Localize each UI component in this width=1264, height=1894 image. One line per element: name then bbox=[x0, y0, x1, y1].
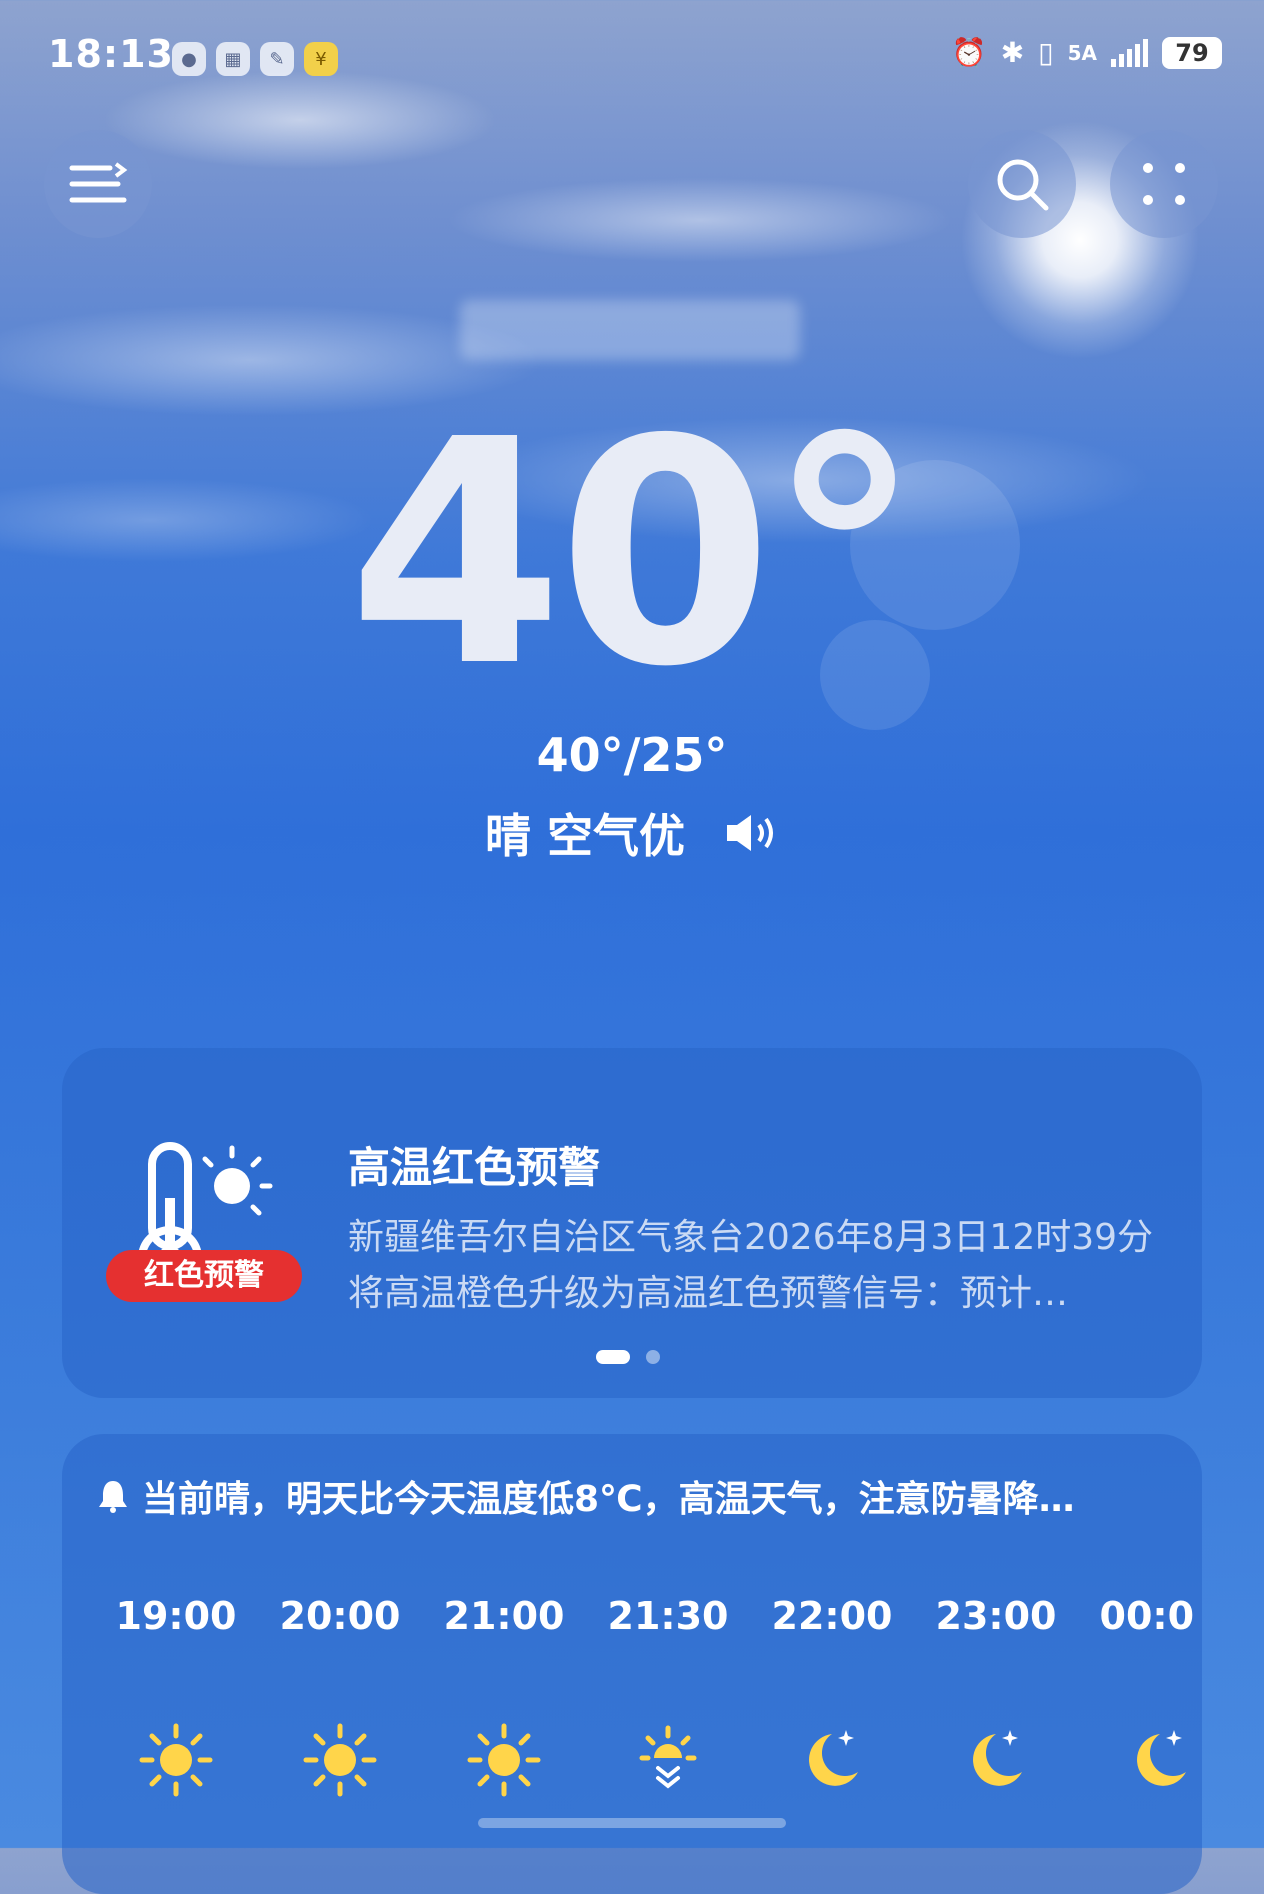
battery-icon: 79 bbox=[1162, 36, 1222, 69]
signal-icon bbox=[1111, 38, 1148, 67]
hour-item: 21:30 bbox=[586, 1594, 750, 1800]
hour-time: 21:00 bbox=[443, 1594, 565, 1638]
condition-text: 晴 空气优 bbox=[484, 809, 685, 863]
status-time: 18:13 bbox=[48, 32, 174, 76]
moon-icon bbox=[973, 1730, 1022, 1786]
hour-time: 21:30 bbox=[607, 1594, 729, 1638]
hour-item: 20:00 bbox=[258, 1594, 422, 1800]
yuan-app-icon: ¥ bbox=[304, 42, 338, 76]
alarm-icon: ⏰ bbox=[951, 36, 987, 69]
hour-time: 23:00 bbox=[935, 1594, 1057, 1638]
bluetooth-icon: ✱ bbox=[1000, 36, 1025, 69]
temperature-range: 40°/25° bbox=[536, 728, 728, 782]
speaker-icon[interactable] bbox=[723, 811, 779, 855]
network-label: 5A bbox=[1067, 40, 1097, 65]
more-button[interactable] bbox=[1110, 130, 1218, 238]
pay-app-icon: ✎ bbox=[260, 42, 294, 76]
moon-icon bbox=[1137, 1730, 1186, 1786]
bell-icon bbox=[99, 1481, 127, 1513]
menu-icon bbox=[69, 162, 128, 203]
hourly-list[interactable]: 19:00 20:00 21:00 21:30 22:00 23:00 00:0… bbox=[94, 1594, 1194, 1800]
hour-item: 00:00 bbox=[1078, 1594, 1194, 1800]
hour-time: 22:00 bbox=[771, 1594, 893, 1638]
grid-dots-icon bbox=[1143, 163, 1185, 205]
sun-icon bbox=[303, 1723, 377, 1797]
hour-time: 19:00 bbox=[115, 1594, 237, 1638]
hour-time: 20:00 bbox=[279, 1594, 401, 1638]
current-temperature: 40° bbox=[347, 374, 922, 735]
menu-button[interactable] bbox=[44, 130, 152, 238]
moon-icon bbox=[809, 1730, 858, 1786]
red-warning-badge: 红色预警 bbox=[106, 1250, 302, 1302]
warning-card[interactable]: 红色预警 高温红色预警 新疆维吾尔自治区气象台2026年8月3日12时39分将高… bbox=[62, 1048, 1202, 1398]
carousel-dot[interactable] bbox=[646, 1350, 660, 1364]
hour-item: 22:00 bbox=[750, 1594, 914, 1800]
warning-text: 新疆维吾尔自治区气象台2026年8月3日12时39分将高温橙色升级为高温红色预警… bbox=[348, 1217, 1154, 1314]
sun-icon bbox=[139, 1723, 213, 1797]
carousel-dot-active[interactable] bbox=[596, 1350, 630, 1364]
summary-text: 当前晴，明天比今天温度低8℃，高温天气，注意防暑降… bbox=[142, 1479, 1075, 1520]
warning-title: 高温红色预警 bbox=[348, 1143, 601, 1192]
system-icons: ⏰ ✱ ▯ 5A 79 bbox=[952, 36, 1222, 69]
carousel-dots bbox=[596, 1350, 660, 1364]
condition-row: 晴 空气优 bbox=[0, 800, 1264, 866]
notification-icons: ● ▦ ✎ ¥ bbox=[172, 42, 338, 76]
location-name-blurred[interactable] bbox=[460, 300, 800, 360]
sunset-icon bbox=[639, 1725, 697, 1789]
ticket-app-icon: ▦ bbox=[216, 42, 250, 76]
search-button[interactable] bbox=[968, 130, 1076, 238]
sun-icon bbox=[467, 1723, 541, 1797]
hour-item: 19:00 bbox=[94, 1594, 258, 1800]
circle-app-icon: ● bbox=[172, 42, 206, 76]
forecast-summary: 当前晴，明天比今天温度低8℃，高温天气，注意防暑降… bbox=[98, 1470, 1075, 1522]
search-icon bbox=[997, 159, 1049, 211]
hour-item: 21:00 bbox=[422, 1594, 586, 1800]
home-indicator[interactable] bbox=[478, 1818, 786, 1828]
hour-item: 23:00 bbox=[914, 1594, 1078, 1800]
hour-time: 00:00 bbox=[1099, 1594, 1194, 1638]
status-bar: 18:13 ● ▦ ✎ ¥ ⏰ ✱ ▯ 5A 79 bbox=[0, 0, 1264, 110]
vibrate-icon: ▯ bbox=[1038, 36, 1054, 69]
